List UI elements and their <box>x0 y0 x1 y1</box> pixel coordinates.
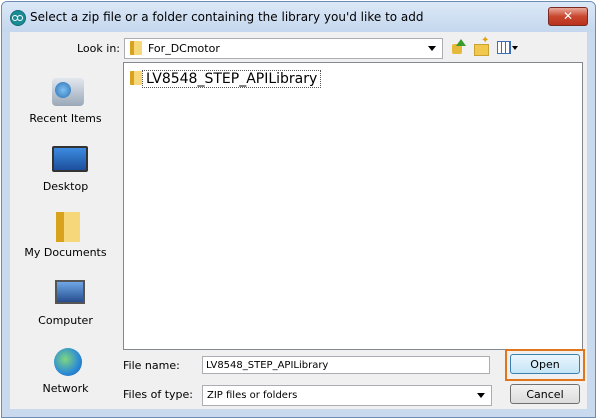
place-label: My Documents <box>24 246 107 259</box>
cancel-button[interactable]: Cancel <box>510 384 580 404</box>
my-documents-icon <box>56 212 80 242</box>
file-name: LV8548_STEP_APILibrary <box>142 70 322 88</box>
place-desktop[interactable]: Desktop <box>12 146 119 206</box>
dialog-title: Select a zip file or a folder containing… <box>30 10 424 24</box>
place-label: Recent Items <box>29 112 102 125</box>
look-in-label: Look in: <box>77 42 120 55</box>
file-chooser-dialog: Select a zip file or a folder containing… <box>1 1 596 418</box>
arduino-icon <box>10 10 26 26</box>
folder-icon <box>130 41 142 55</box>
file-type-select[interactable]: ZIP files or folders <box>202 385 492 406</box>
chevron-down-icon[interactable] <box>428 46 436 51</box>
recent-items-icon <box>52 78 84 106</box>
place-label: Desktop <box>42 180 89 193</box>
details-view-icon <box>497 41 511 54</box>
file-type-value: ZIP files or folders <box>207 390 298 401</box>
file-name-label: File name: <box>123 359 180 372</box>
open-button[interactable]: Open <box>510 354 580 374</box>
dialog-content: Look in: For_DCmotor Recent Items Deskto… <box>10 32 587 409</box>
file-list[interactable]: LV8548_STEP_APILibrary <box>123 62 583 350</box>
place-label: Network <box>42 382 89 395</box>
up-one-level-icon[interactable] <box>449 38 467 56</box>
chevron-down-icon[interactable] <box>477 393 485 398</box>
network-icon <box>54 348 82 376</box>
look-in-combo[interactable]: For_DCmotor <box>124 38 443 59</box>
desktop-icon <box>52 146 88 172</box>
view-menu-icon[interactable] <box>496 38 520 56</box>
chevron-down-icon <box>512 46 518 50</box>
place-recent-items[interactable]: Recent Items <box>12 78 119 138</box>
place-network[interactable]: Network <box>12 348 119 408</box>
new-folder-icon[interactable] <box>472 35 490 56</box>
places-sidebar: Recent Items Desktop My Documents Comput… <box>12 68 119 398</box>
folder-icon <box>130 71 142 85</box>
place-computer[interactable]: Computer <box>12 280 119 340</box>
title-bar: Select a zip file or a folder containing… <box>2 2 595 32</box>
file-type-label: Files of type: <box>123 388 194 401</box>
file-name-field[interactable] <box>202 356 490 374</box>
place-my-documents[interactable]: My Documents <box>12 212 119 272</box>
close-button[interactable]: ✕ <box>548 7 588 26</box>
place-label: Computer <box>38 314 93 327</box>
look-in-value: For_DCmotor <box>148 42 220 55</box>
computer-icon <box>55 280 85 304</box>
